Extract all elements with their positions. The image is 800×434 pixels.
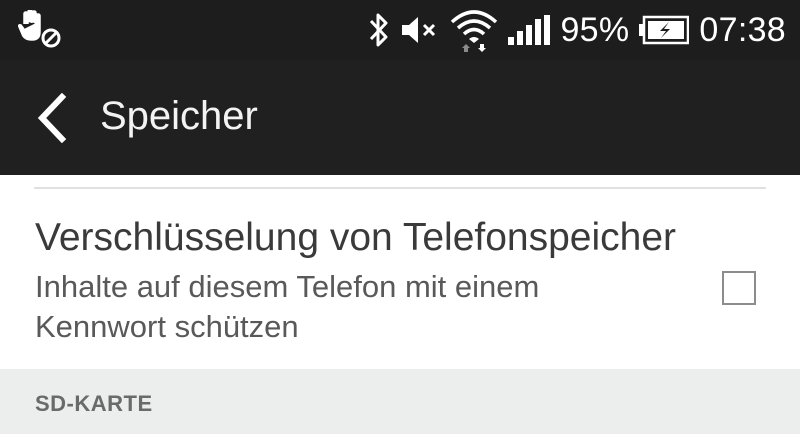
hand-blocked-icon xyxy=(18,9,64,50)
wifi-icon xyxy=(450,8,498,52)
section-label: SD-KARTE xyxy=(35,391,153,416)
setting-summary: Inhalte auf diesem Telefon mit einem Ken… xyxy=(35,269,540,344)
page-title: Speicher xyxy=(100,94,258,138)
back-button[interactable] xyxy=(34,92,70,144)
section-header-sd-card: SD-KARTE xyxy=(0,369,800,434)
status-bar: 95% 07:38 xyxy=(0,0,800,60)
battery-percent: 95% xyxy=(560,10,630,49)
action-bar: Speicher xyxy=(0,60,800,175)
status-time: 07:38 xyxy=(699,10,786,49)
bluetooth-icon xyxy=(368,12,390,48)
encryption-checkbox[interactable] xyxy=(722,271,756,305)
signal-icon xyxy=(508,15,551,45)
status-icons: 95% 07:38 xyxy=(368,0,786,60)
battery-charging-icon xyxy=(639,15,690,45)
chevron-left-icon xyxy=(37,92,67,144)
setting-title: Verschlüsselung von Telefonspeicher xyxy=(35,216,677,259)
encryption-setting-row[interactable]: Verschlüsselung von Telefonspeicher Inha… xyxy=(0,189,800,368)
mute-icon xyxy=(400,15,440,45)
settings-list: Verschlüsselung von Telefonspeicher Inha… xyxy=(0,175,800,434)
